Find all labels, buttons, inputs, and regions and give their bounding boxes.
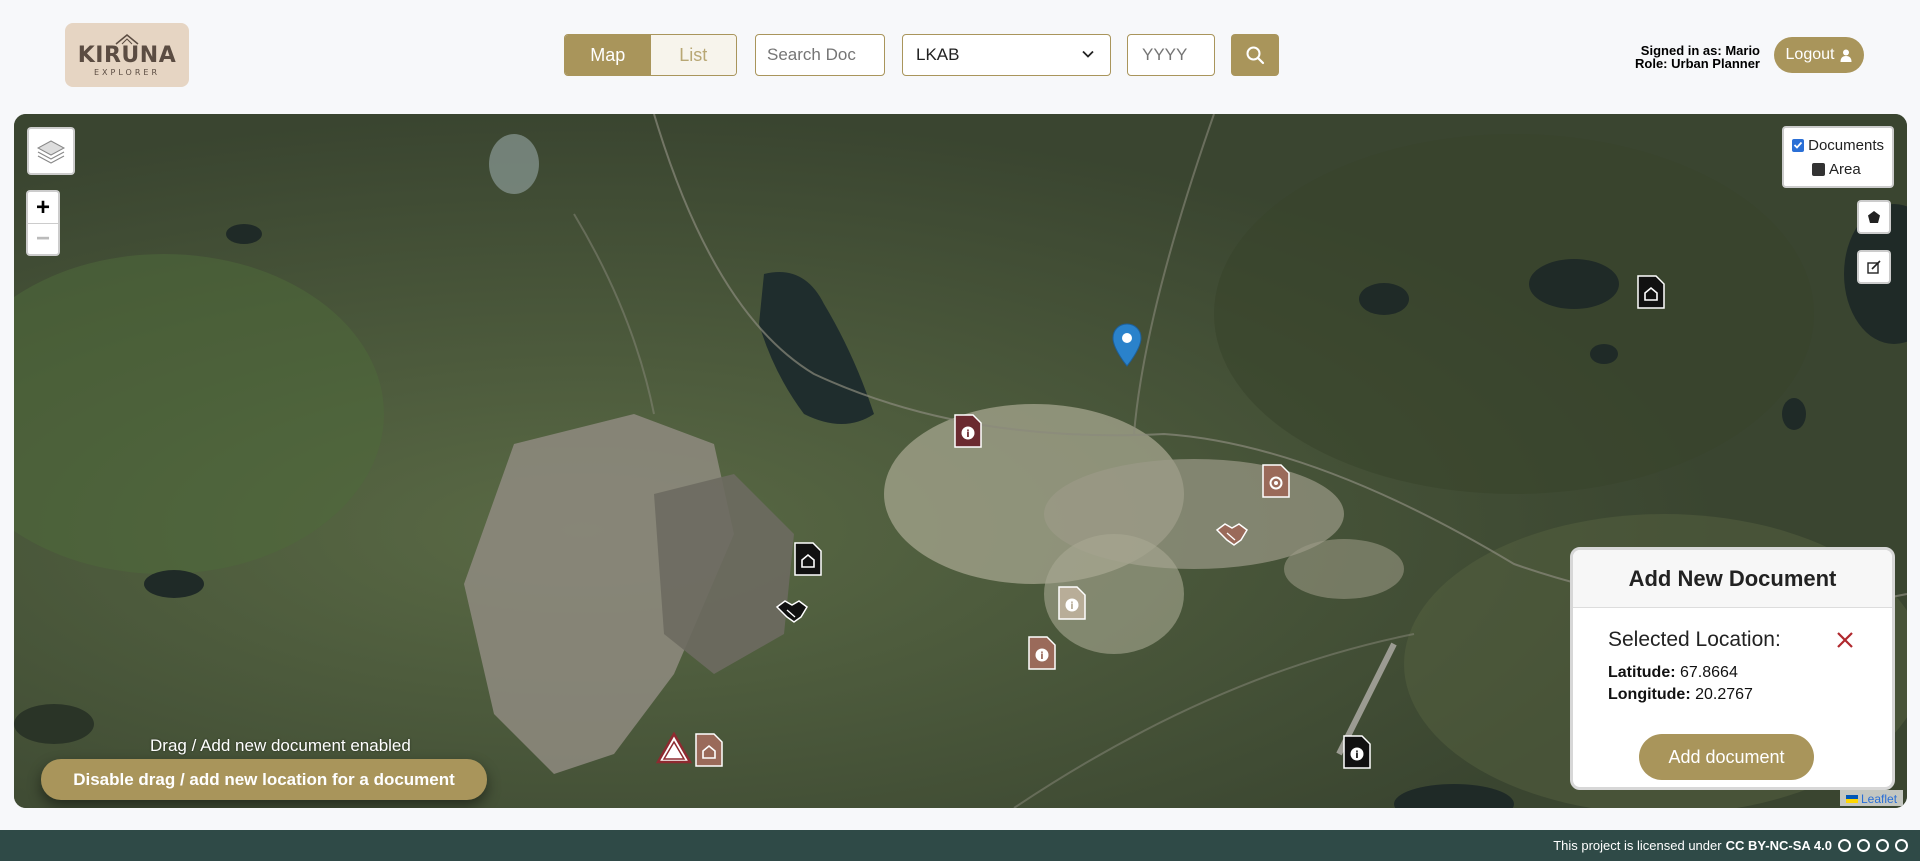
map-view-button[interactable]: Map: [565, 35, 651, 75]
search-input[interactable]: [755, 34, 885, 76]
document-design-marker-icon[interactable]: [793, 541, 823, 577]
chevron-down-icon: [1082, 50, 1094, 58]
sa-icon: [1895, 839, 1908, 852]
top-bar: KIRUNA EXPLORER Map List LKAB Signed in …: [0, 0, 1920, 112]
user-icon: [1840, 49, 1852, 62]
svg-text:i: i: [1070, 601, 1073, 612]
svg-text:i: i: [1355, 750, 1358, 761]
edit-icon: [1867, 260, 1881, 274]
latitude-label: Latitude:: [1608, 664, 1676, 681]
toggle-drag-button[interactable]: Disable drag / add new location for a do…: [41, 759, 487, 800]
handshake-agreement-marker-icon[interactable]: [775, 597, 809, 625]
stakeholder-select[interactable]: LKAB: [902, 34, 1111, 76]
svg-text:i: i: [966, 429, 969, 440]
document-design-marker-icon[interactable]: [1636, 274, 1666, 310]
overlay-documents[interactable]: Documents: [1792, 133, 1884, 157]
add-document-panel: Add New Document Selected Location: Lati…: [1570, 547, 1895, 790]
document-info-marker-icon[interactable]: i: [1057, 585, 1087, 621]
year-input[interactable]: [1127, 34, 1215, 76]
search-icon: [1246, 46, 1265, 65]
map-canvas[interactable]: + − Documents Area i i i i Drag / Add ne…: [14, 114, 1907, 808]
user-role: Urban Planner: [1671, 56, 1760, 71]
documents-checkbox[interactable]: [1792, 138, 1805, 152]
conflict-warning-marker-icon[interactable]: [656, 732, 692, 764]
license-link[interactable]: CC BY-NC-SA 4.0: [1726, 838, 1832, 853]
leaflet-link[interactable]: Leaflet: [1861, 792, 1897, 806]
layers-icon: [36, 140, 66, 164]
cc-icon: [1838, 839, 1851, 852]
draw-polygon-button[interactable]: [1857, 200, 1891, 234]
add-document-button[interactable]: Add document: [1639, 734, 1814, 780]
document-info-marker-icon[interactable]: i: [1342, 734, 1372, 770]
overlay-layer-control: Documents Area: [1782, 126, 1894, 188]
longitude-value: 20.2767: [1695, 686, 1753, 703]
zoom-control: + −: [26, 190, 60, 256]
area-checkbox[interactable]: [1812, 162, 1825, 176]
overlay-area[interactable]: Area: [1792, 157, 1884, 181]
role-label: Role:: [1635, 56, 1668, 71]
search-button[interactable]: [1231, 34, 1279, 76]
selected-location-label: Selected Location:: [1608, 628, 1781, 651]
document-design-marker-icon[interactable]: [694, 732, 724, 768]
logout-label: Logout: [1785, 46, 1835, 63]
by-icon: [1857, 839, 1870, 852]
pentagon-icon: [1868, 211, 1880, 223]
add-panel-title: Add New Document: [1573, 550, 1892, 608]
kiruna-explorer-logo[interactable]: KIRUNA EXPLORER: [65, 23, 189, 87]
longitude-row: Longitude: 20.2767: [1608, 686, 1753, 704]
svg-text:i: i: [1040, 651, 1043, 662]
overlay-area-label: Area: [1829, 160, 1861, 178]
selected-location-pin-icon[interactable]: [1112, 323, 1142, 367]
close-icon[interactable]: [1835, 630, 1855, 650]
handshake-agreement-marker-icon[interactable]: [1215, 520, 1249, 548]
user-info: Signed in as: Mario Role: Urban Planner: [1610, 44, 1760, 70]
license-text: This project is licensed under: [1553, 838, 1722, 853]
latitude-value: 67.8664: [1680, 664, 1738, 681]
zoom-out-button[interactable]: −: [28, 223, 58, 254]
drag-status-text: Drag / Add new document enabled: [150, 736, 411, 755]
checkmark-icon: [1793, 141, 1803, 149]
mountain-icon: [115, 34, 139, 45]
list-view-button[interactable]: List: [650, 35, 736, 75]
longitude-label: Longitude:: [1608, 686, 1691, 703]
latitude-row: Latitude: 67.8664: [1608, 664, 1738, 682]
stakeholder-select-value: LKAB: [916, 45, 960, 64]
zoom-in-button[interactable]: +: [28, 192, 58, 223]
document-info-marker-icon[interactable]: i: [1027, 635, 1057, 671]
edit-layers-button[interactable]: [1857, 250, 1891, 284]
view-toggle: Map List: [564, 34, 737, 76]
map-attribution: Leaflet: [1840, 790, 1904, 806]
document-technical-marker-icon[interactable]: [1261, 463, 1291, 499]
overlay-documents-label: Documents: [1808, 136, 1884, 154]
nc-icon: [1876, 839, 1889, 852]
logo-subtitle: EXPLORER: [94, 68, 160, 77]
logo-title: KIRUNA: [77, 43, 177, 68]
logout-button[interactable]: Logout: [1774, 37, 1864, 73]
footer: This project is licensed under CC BY-NC-…: [0, 830, 1920, 861]
document-info-marker-icon[interactable]: i: [953, 413, 983, 449]
layers-control-button[interactable]: [27, 127, 75, 175]
ukraine-flag-icon: [1846, 794, 1858, 803]
